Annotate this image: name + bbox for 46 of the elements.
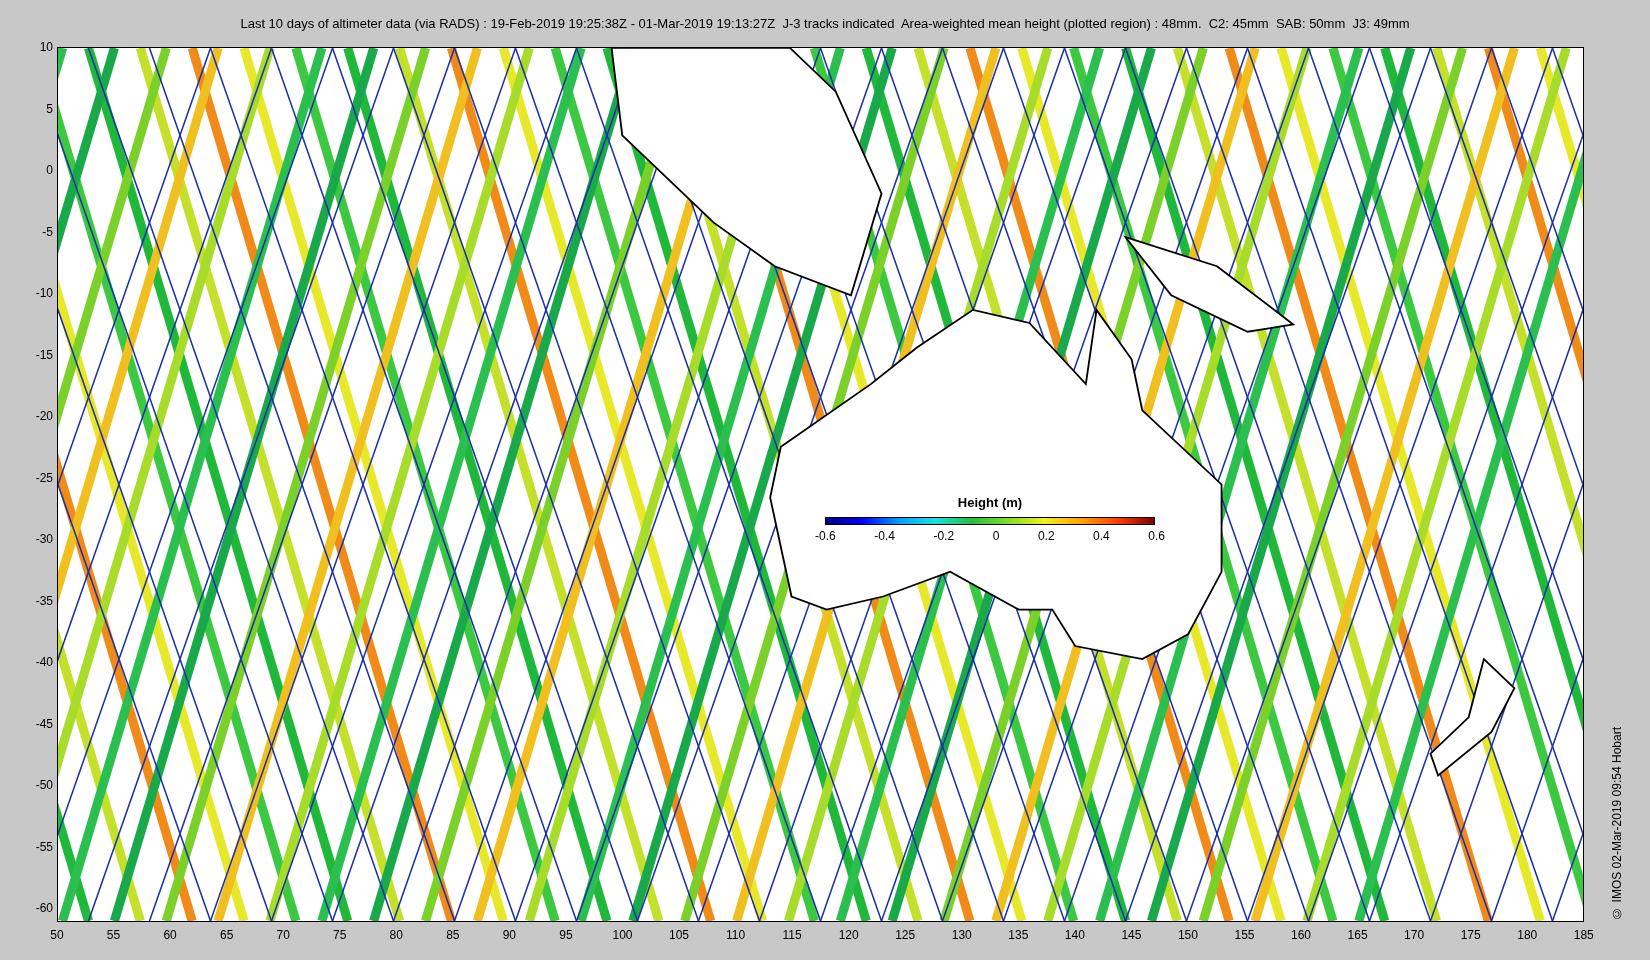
legend-title: Height (m) [957,494,1023,512]
x-axis-label: 170 [1403,927,1426,944]
x-axis-label: 80 [388,927,404,944]
y-axis-label: -20 [35,409,53,423]
y-axis-label: -10 [35,286,53,300]
y-axis-label: 5 [46,101,53,116]
x-axis-label: 185 [1572,927,1595,944]
x-axis-label: 160 [1290,927,1313,944]
x-axis-label: 150 [1176,927,1199,944]
x-axis-label: 100 [611,927,634,944]
y-axis-label: -35 [35,593,53,608]
x-axis-label: 90 [501,927,518,944]
x-axis-label: 105 [668,927,691,944]
x-axis-label: 55 [105,927,122,944]
x-axis-label: 65 [218,927,235,944]
x-axis-label: 180 [1516,927,1539,944]
y-axis-label: -45 [35,716,53,731]
y-axis-label: -5 [42,224,53,239]
y-axis-label: -15 [35,347,53,362]
x-axis-label: 50 [49,927,65,944]
x-axis-label: 95 [558,927,574,944]
y-axis-label: -60 [35,901,53,915]
x-axis-label: 75 [332,927,348,944]
x-axis-label: 110 [725,927,747,944]
x-axis-label: 60 [162,927,178,944]
x-axis-label: 155 [1233,927,1256,944]
credit-text: © IMOS 02-Mar-2019 09:54 Hobart [1609,727,1625,920]
plot-title: Last 10 days of altimeter data (via RADS) : 19-Feb-2019 19:25:38Z - 01-Mar-2019 19:13:27Z J-3 tracks indicated Area-weighted mean height (plotted region) : 48mm. C2: 45mm SAB: 50mm J3: 49mm [240,14,1410,33]
x-axis-label: 130 [950,927,973,944]
x-axis-label: 145 [1120,927,1143,944]
y-axis-label: -25 [35,470,53,485]
y-axis-label: 10 [39,40,53,54]
x-axis-label: 70 [275,927,291,944]
x-axis-label: 85 [445,927,461,944]
y-axis-label: 0 [46,163,53,177]
x-axis-label: 115 [781,927,803,944]
x-axis-label: 120 [837,927,860,944]
x-axis-label: 175 [1459,927,1482,944]
x-axis-label: 125 [894,927,917,944]
y-axis-label: -40 [35,655,53,669]
x-axis-label: 140 [1063,927,1086,944]
x-axis-label: 135 [1007,927,1030,944]
x-axis-label: 165 [1346,927,1369,944]
y-axis-label: -50 [35,778,53,792]
y-axis-label: -30 [35,532,53,546]
y-axis-label: -55 [35,839,53,854]
